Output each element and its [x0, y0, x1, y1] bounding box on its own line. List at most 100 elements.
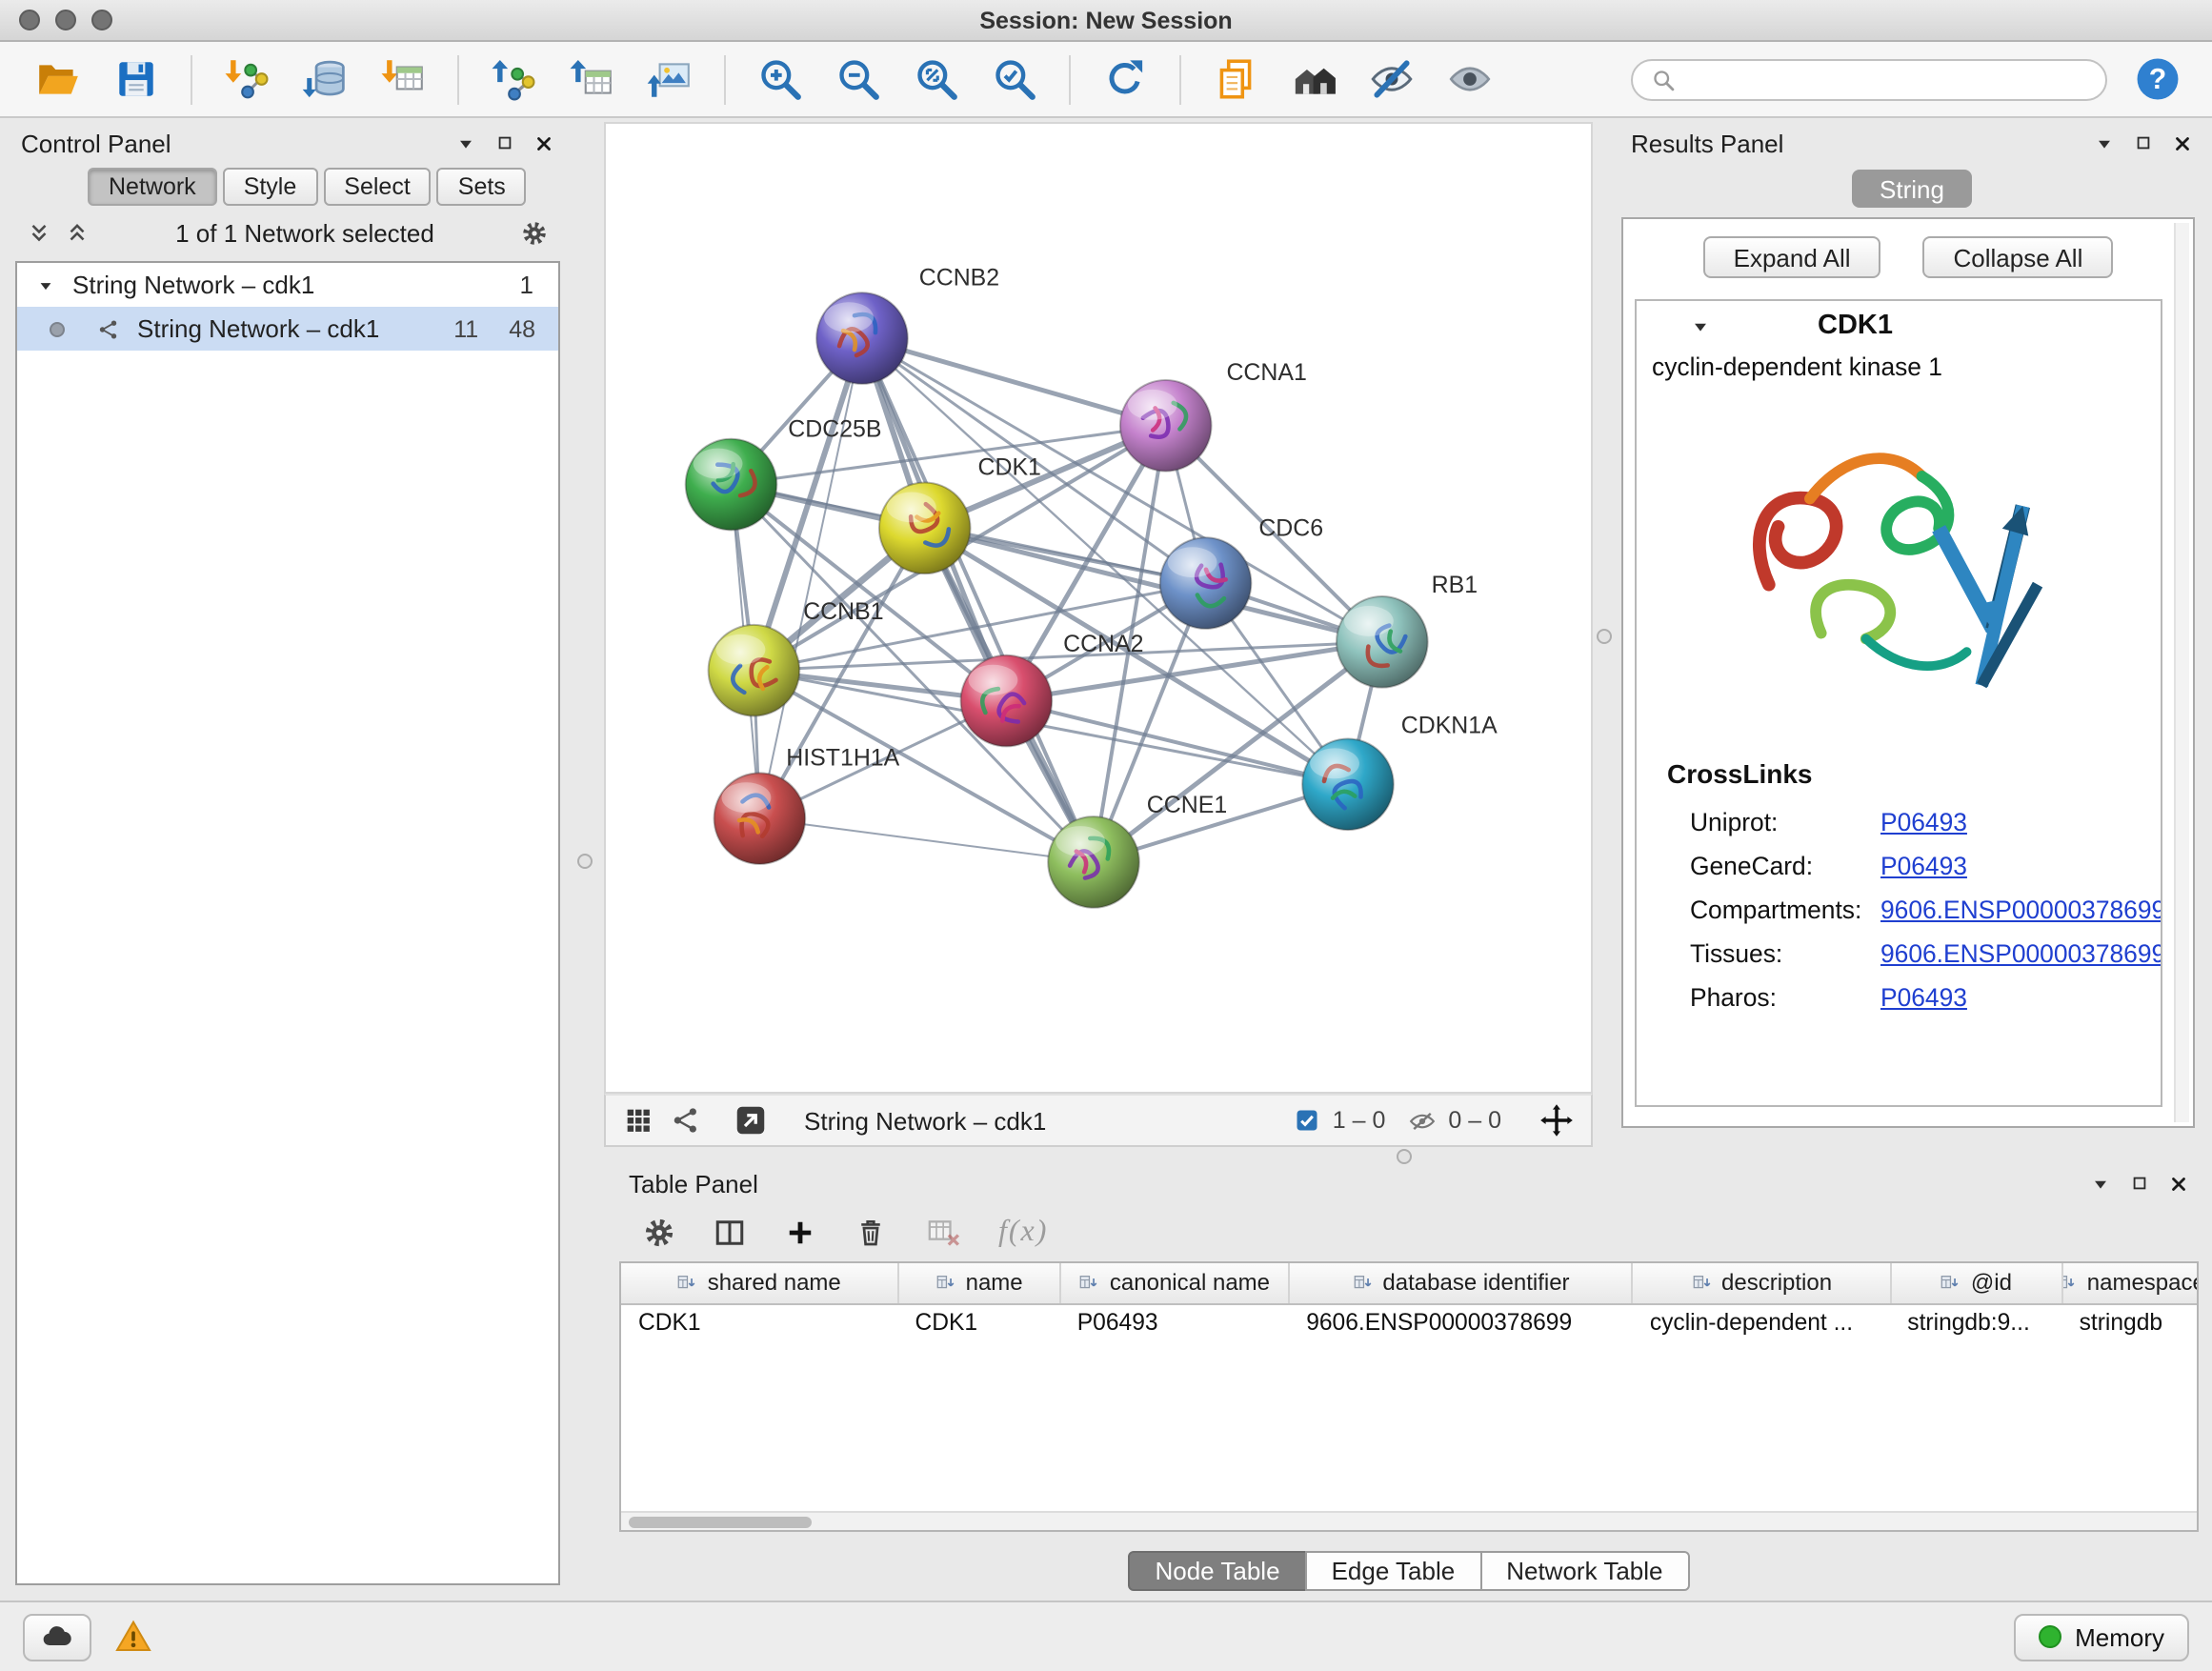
memory-button[interactable]: Memory — [2014, 1613, 2189, 1661]
network-collection-row[interactable]: String Network – cdk1 1 — [17, 263, 558, 307]
home-view-button[interactable] — [1282, 49, 1345, 110]
results-menu-icon[interactable] — [2094, 132, 2115, 153]
zoom-out-button[interactable] — [827, 49, 890, 110]
tab-string[interactable]: String — [1851, 170, 1973, 208]
help-button[interactable]: ? — [2134, 55, 2182, 103]
column-header-name[interactable]: name — [898, 1263, 1060, 1303]
results-scrollbar[interactable] — [2174, 223, 2189, 1122]
crosslink-compartments-link[interactable]: 9606.ENSP00000378699 — [1880, 896, 2162, 924]
tab-select[interactable]: Select — [323, 168, 432, 206]
detach-view-icon[interactable] — [734, 1103, 768, 1137]
network-edge[interactable] — [862, 338, 1094, 862]
network-node-CCNE1[interactable] — [1048, 816, 1139, 908]
splitter-handle-right[interactable] — [1597, 629, 1612, 644]
collapse-all-button[interactable]: Collapse All — [1923, 236, 2114, 278]
column-header-database-identifier[interactable]: database identifier — [1289, 1263, 1633, 1303]
window-zoom-button[interactable] — [91, 10, 112, 30]
tab-style[interactable]: Style — [223, 168, 318, 206]
collection-expand-caret-icon[interactable] — [36, 275, 55, 294]
network-node-CDC25B[interactable] — [686, 439, 777, 531]
results-close-icon[interactable] — [2172, 132, 2193, 153]
network-options-gear-icon[interactable] — [520, 219, 549, 248]
search-box[interactable] — [1631, 58, 2107, 100]
window-close-button[interactable] — [19, 10, 40, 30]
results-float-icon[interactable] — [2134, 133, 2153, 152]
column-header--id[interactable]: @id — [1890, 1263, 2061, 1303]
open-session-button[interactable] — [27, 49, 90, 110]
network-node-HIST1H1A[interactable] — [714, 773, 806, 864]
column-header-description[interactable]: description — [1633, 1263, 1890, 1303]
network-node-RB1[interactable] — [1337, 596, 1428, 688]
column-header-canonical-name[interactable]: canonical name — [1060, 1263, 1289, 1303]
network-overview-icon[interactable] — [671, 1105, 701, 1136]
splitter-handle-left[interactable] — [577, 854, 593, 869]
tab-network[interactable]: Network — [88, 168, 217, 206]
crosslink-genecard-link[interactable]: P06493 — [1880, 852, 1967, 880]
expand-all-networks-icon[interactable] — [65, 221, 90, 246]
panel-close-icon[interactable] — [533, 132, 554, 153]
warning-icon[interactable] — [114, 1618, 152, 1656]
table-cell[interactable]: stringdb — [2062, 1303, 2199, 1339]
zoom-selected-button[interactable] — [983, 49, 1046, 110]
tab-network-table[interactable]: Network Table — [1479, 1551, 1689, 1591]
splitter-handle-bottom[interactable] — [1397, 1149, 1412, 1164]
network-node-CCNB2[interactable] — [816, 292, 908, 384]
table-menu-icon[interactable] — [2090, 1173, 2111, 1194]
birdseye-view-icon[interactable] — [623, 1105, 654, 1136]
network-edge[interactable] — [759, 818, 1094, 862]
gene-section-header[interactable]: CDK1 — [1637, 301, 2161, 351]
crosslink-tissues-link[interactable]: 9606.ENSP00000378699 — [1880, 939, 2162, 968]
delete-column-icon[interactable] — [854, 1216, 888, 1250]
table-row[interactable]: CDK1CDK1P064939606.ENSP00000378699cyclin… — [621, 1303, 2199, 1339]
export-table-button[interactable] — [560, 49, 623, 110]
tab-sets[interactable]: Sets — [437, 168, 527, 206]
import-network-file-button[interactable] — [215, 49, 278, 110]
export-network-button[interactable] — [482, 49, 545, 110]
crosslink-pharos-link[interactable]: P06493 — [1880, 983, 1967, 1012]
column-header-shared-name[interactable]: shared name — [621, 1263, 898, 1303]
import-table-file-button[interactable] — [372, 49, 434, 110]
network-node-CDK1[interactable] — [879, 483, 971, 574]
duplicate-document-button[interactable] — [1204, 49, 1267, 110]
refresh-layout-button[interactable] — [1094, 49, 1156, 110]
panel-menu-icon[interactable] — [455, 132, 476, 153]
fit-selected-icon[interactable] — [1539, 1103, 1574, 1137]
network-canvas[interactable]: CCNB2CCNA1CDC25BCDK1CDC6RB1CCNB1CCNA2CDK… — [604, 122, 1593, 1094]
export-image-button[interactable] — [638, 49, 701, 110]
network-edge[interactable] — [862, 338, 1166, 426]
show-columns-icon[interactable] — [713, 1216, 747, 1250]
expand-all-button[interactable]: Expand All — [1703, 236, 1881, 278]
import-network-database-button[interactable] — [293, 49, 356, 110]
network-node-CCNA1[interactable] — [1120, 380, 1212, 472]
gene-collapse-caret-icon[interactable] — [1690, 315, 1711, 336]
table-cell[interactable]: stringdb:9... — [1890, 1303, 2061, 1339]
show-graphics-button[interactable] — [1438, 49, 1501, 110]
zoom-fit-button[interactable] — [905, 49, 968, 110]
zoom-in-button[interactable] — [749, 49, 812, 110]
selected-nodes-checkbox-icon[interactable] — [1295, 1107, 1321, 1134]
save-session-button[interactable] — [105, 49, 168, 110]
hide-graphics-button[interactable] — [1360, 49, 1423, 110]
table-horizontal-scrollbar[interactable] — [621, 1511, 2197, 1530]
table-settings-gear-icon[interactable] — [642, 1216, 676, 1250]
table-cell[interactable]: CDK1 — [621, 1303, 898, 1339]
table-close-icon[interactable] — [2168, 1173, 2189, 1194]
table-float-icon[interactable] — [2130, 1174, 2149, 1193]
column-header-namespace[interactable]: namespace — [2062, 1263, 2199, 1303]
scrollbar-thumb[interactable] — [629, 1517, 812, 1528]
table-cell[interactable]: 9606.ENSP00000378699 — [1289, 1303, 1633, 1339]
table-cell[interactable]: cyclin-dependent ... — [1633, 1303, 1890, 1339]
table-cell[interactable]: CDK1 — [898, 1303, 1060, 1339]
network-node-CDC6[interactable] — [1160, 537, 1252, 629]
add-column-icon[interactable] — [783, 1216, 817, 1250]
network-node-CDKN1A[interactable] — [1302, 738, 1394, 830]
network-node-CCNA2[interactable] — [961, 655, 1053, 747]
cloud-status-button[interactable] — [23, 1613, 91, 1661]
crosslink-uniprot-link[interactable]: P06493 — [1880, 808, 1967, 836]
search-input[interactable] — [1688, 66, 2088, 92]
table-cell[interactable]: P06493 — [1060, 1303, 1289, 1339]
panel-float-icon[interactable] — [495, 133, 514, 152]
tab-edge-table[interactable]: Edge Table — [1305, 1551, 1482, 1591]
collapse-all-networks-icon[interactable] — [27, 221, 51, 246]
network-row[interactable]: String Network – cdk1 11 48 — [17, 307, 558, 351]
